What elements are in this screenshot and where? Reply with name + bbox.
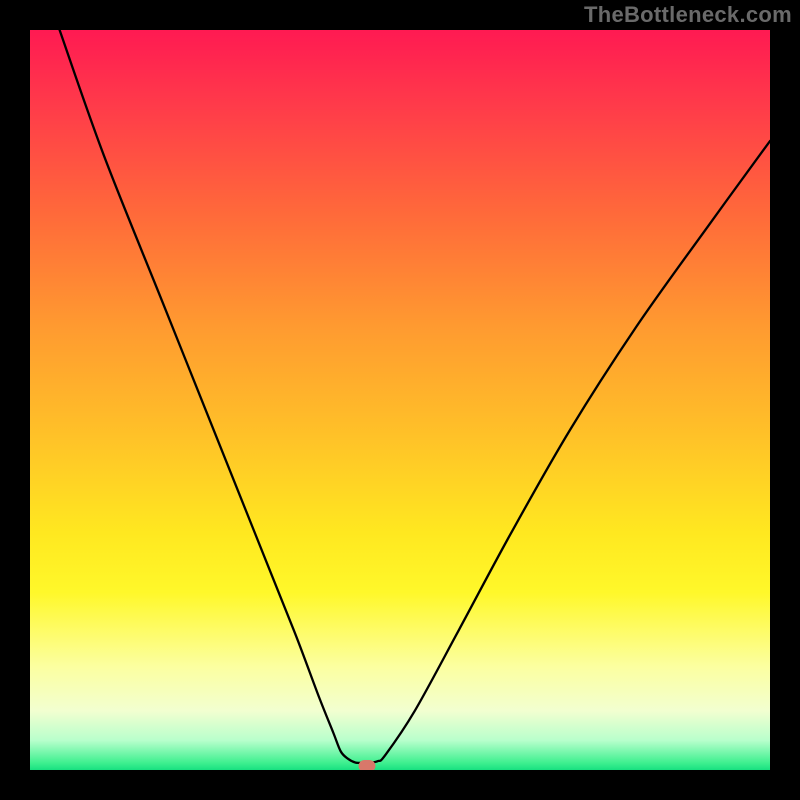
plot-area (30, 30, 770, 770)
optimal-point-marker (358, 760, 375, 770)
curve-path (60, 30, 770, 763)
chart-frame: TheBottleneck.com (0, 0, 800, 800)
bottleneck-curve (30, 30, 770, 770)
watermark-text: TheBottleneck.com (584, 2, 792, 28)
